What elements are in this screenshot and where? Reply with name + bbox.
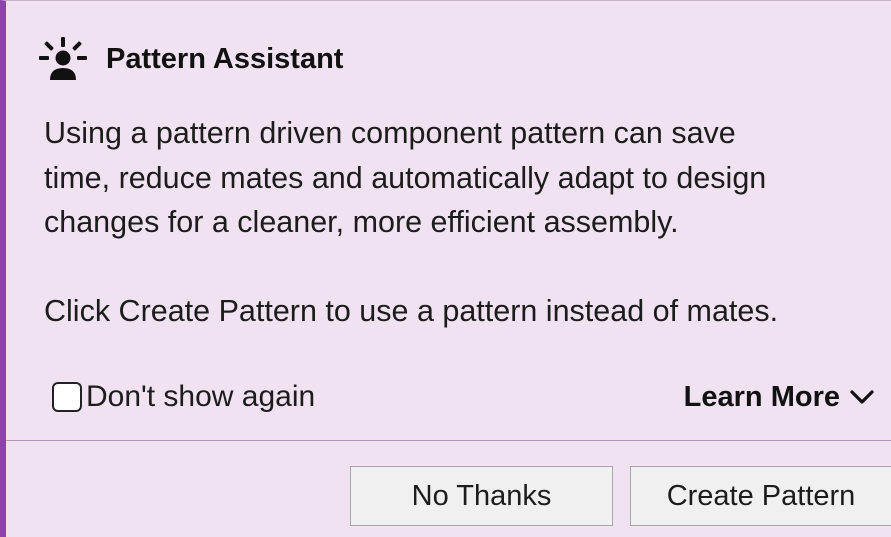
dont-show-again-label: Don't show again: [86, 380, 316, 413]
options-row: Don't show again Learn More: [52, 374, 875, 420]
footer-divider: [6, 440, 891, 441]
message-line: changes for a cleaner, more efficient as…: [44, 205, 679, 239]
no-thanks-button[interactable]: No Thanks: [350, 466, 613, 526]
assistant-header: Pattern Assistant: [38, 31, 343, 87]
pattern-assistant-panel: Pattern Assistant Using a pattern driven…: [0, 0, 891, 537]
learn-more-toggle[interactable]: Learn More: [684, 381, 875, 414]
create-pattern-button[interactable]: Create Pattern: [630, 466, 891, 526]
message-line: Using a pattern driven component pattern…: [44, 116, 736, 150]
learn-more-label: Learn More: [683, 380, 840, 413]
lightbulb-person-icon: [39, 37, 87, 80]
dont-show-again-checkbox[interactable]: [52, 382, 82, 412]
message-line: time, reduce mates and automatically ada…: [44, 160, 767, 195]
assistant-title: Pattern Assistant: [106, 42, 344, 75]
chevron-down-icon: [850, 390, 874, 404]
assistant-message: Using a pattern driven component pattern…: [44, 111, 884, 334]
instruction-text: Click Create Pattern to use a pattern in…: [44, 294, 779, 328]
dont-show-again-option[interactable]: Don't show again: [52, 380, 315, 414]
